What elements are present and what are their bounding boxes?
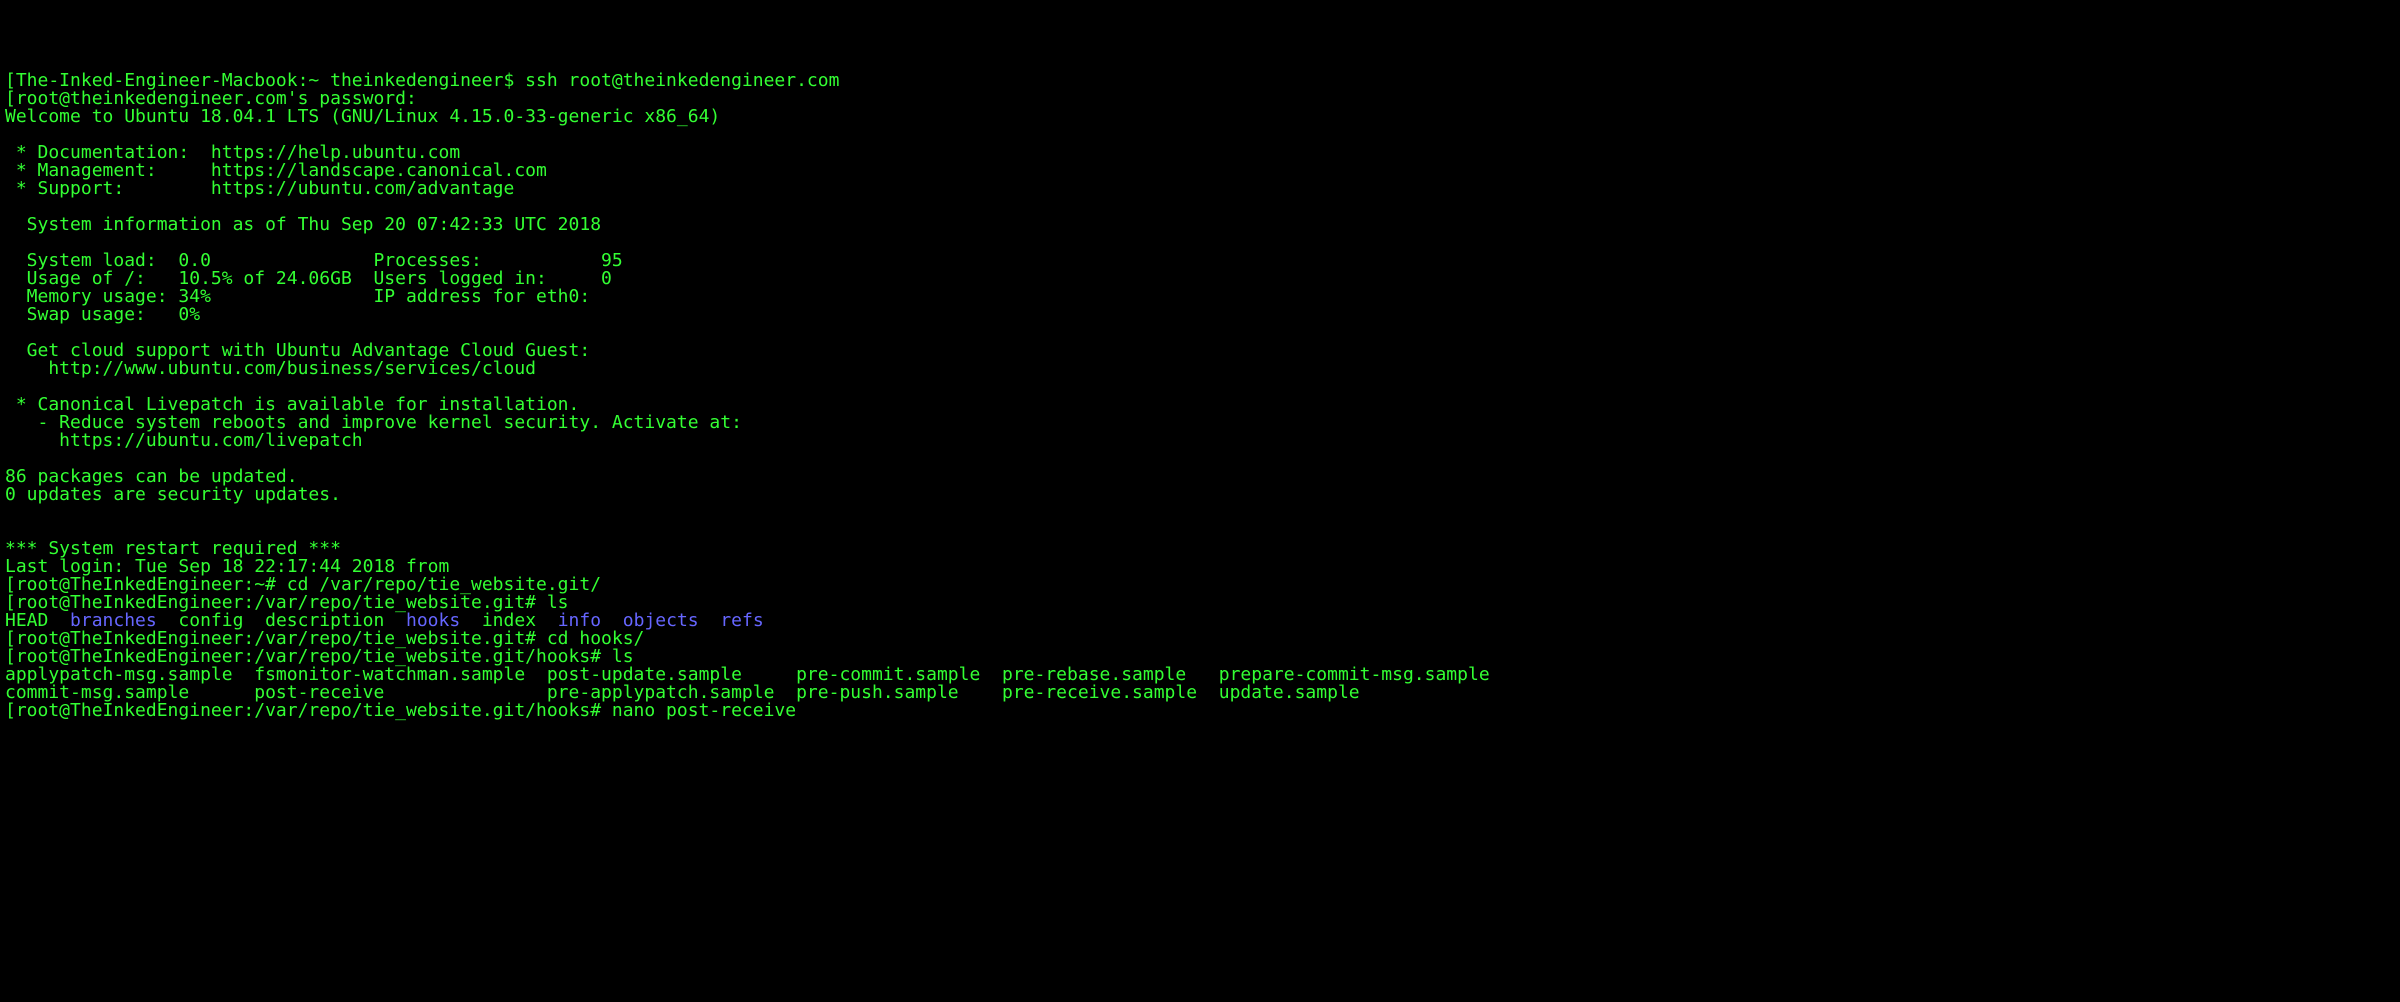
terminal-text: http://www.ubuntu.com/business/services/…	[5, 358, 536, 379]
terminal-line: * Support: https://ubuntu.com/advantage	[5, 180, 2395, 198]
terminal-line: - Reduce system reboots and improve kern…	[5, 414, 2395, 432]
terminal-text: refs	[720, 610, 763, 631]
terminal-text: Welcome to Ubuntu 18.04.1 LTS (GNU/Linux…	[5, 106, 720, 127]
terminal-line	[5, 504, 2395, 522]
terminal-text	[699, 610, 721, 631]
terminal-line: Welcome to Ubuntu 18.04.1 LTS (GNU/Linux…	[5, 108, 2395, 126]
terminal-line: Memory usage: 34% IP address for eth0:	[5, 288, 2395, 306]
terminal-line: https://ubuntu.com/livepatch	[5, 432, 2395, 450]
terminal-line: Swap usage: 0%	[5, 306, 2395, 324]
terminal-line	[5, 522, 2395, 540]
terminal-text: * Support: https://ubuntu.com/advantage	[5, 178, 514, 199]
terminal-line: http://www.ubuntu.com/business/services/…	[5, 360, 2395, 378]
terminal-text: Swap usage: 0%	[5, 304, 200, 325]
terminal-text: System information as of Thu Sep 20 07:4…	[5, 214, 601, 235]
terminal-line: System information as of Thu Sep 20 07:4…	[5, 216, 2395, 234]
terminal-text: 0 updates are security updates.	[5, 484, 341, 505]
terminal-window[interactable]: [The-Inked-Engineer-Macbook:~ theinkeden…	[0, 72, 2400, 720]
terminal-line: [root@TheInkedEngineer:/var/repo/tie_web…	[5, 702, 2395, 720]
terminal-line: 86 packages can be updated.	[5, 468, 2395, 486]
terminal-text: https://ubuntu.com/livepatch	[5, 430, 363, 451]
terminal-text: [root@TheInkedEngineer:/var/repo/tie_web…	[5, 700, 796, 721]
terminal-line	[5, 450, 2395, 468]
terminal-line: 0 updates are security updates.	[5, 486, 2395, 504]
